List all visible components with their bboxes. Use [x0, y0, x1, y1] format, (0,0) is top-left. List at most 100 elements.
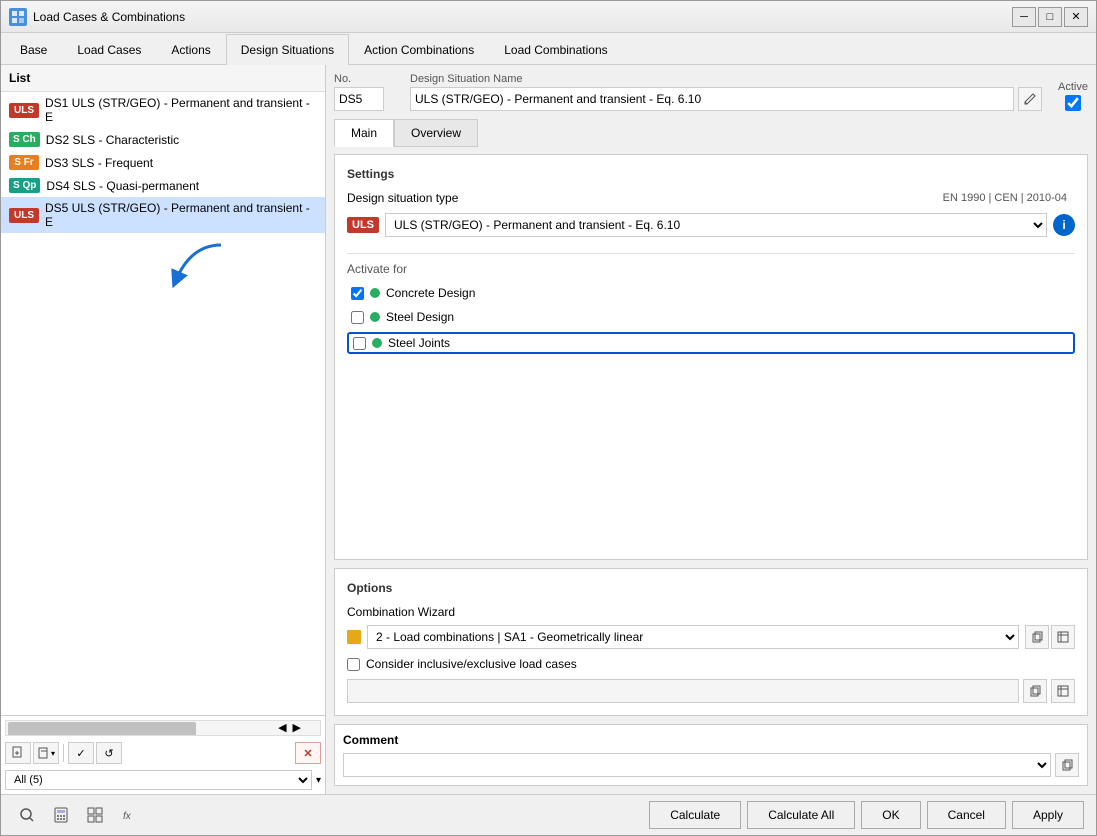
calculator-icon-button[interactable]: [47, 801, 75, 829]
tab-load-combinations[interactable]: Load Combinations: [489, 34, 622, 65]
name-input[interactable]: [410, 87, 1014, 111]
inclusive-input[interactable]: [347, 679, 1019, 703]
tab-action-combinations[interactable]: Action Combinations: [349, 34, 489, 65]
maximize-button[interactable]: □: [1038, 7, 1062, 27]
list-item-label: DS1 ULS (STR/GEO) - Permanent and transi…: [45, 96, 317, 124]
edit-name-button[interactable]: [1018, 87, 1042, 111]
concrete-design-checkbox[interactable]: [351, 287, 364, 300]
inclusive-row: Consider inclusive/exclusive load cases: [347, 657, 1075, 671]
scrollbar[interactable]: ◀ ▶: [5, 720, 321, 736]
no-input[interactable]: [334, 87, 384, 111]
list-item-label: DS3 SLS - Frequent: [45, 156, 153, 170]
app-icon: [9, 8, 27, 26]
check-button[interactable]: ✓: [68, 742, 94, 764]
filter-select[interactable]: All (5): [5, 770, 312, 790]
active-label: Active: [1058, 81, 1088, 93]
steel-design-checkbox[interactable]: [351, 311, 364, 324]
list-item[interactable]: S Fr DS3 SLS - Frequent: [1, 151, 325, 174]
ds-badge: S Ch: [9, 132, 40, 147]
type-label: Design situation type: [347, 191, 527, 205]
inclusive-copy-btn1[interactable]: [1023, 679, 1047, 703]
info-button[interactable]: i: [1053, 214, 1075, 236]
grid-icon-button[interactable]: [81, 801, 109, 829]
minimize-button[interactable]: ─: [1012, 7, 1036, 27]
comment-section: Comment: [334, 724, 1088, 786]
wizard-color-indicator: [347, 630, 361, 644]
left-panel-footer: ◀ ▶ ▾ ✓ ↺ ✕: [1, 715, 325, 794]
tab-actions[interactable]: Actions: [156, 34, 225, 65]
close-button[interactable]: ✕: [1064, 7, 1088, 27]
right-panel: No. Design Situation Name Active: [326, 65, 1096, 794]
scroll-left[interactable]: ◀: [275, 721, 289, 734]
tab-overview[interactable]: Overview: [394, 119, 478, 147]
scroll-right[interactable]: ▶: [290, 721, 304, 734]
list-item[interactable]: S Ch DS2 SLS - Characteristic: [1, 128, 325, 151]
steel-joints-checkbox[interactable]: [353, 337, 366, 350]
ds-badge: ULS: [9, 103, 39, 118]
list-item[interactable]: S Qp DS4 SLS - Quasi-permanent: [1, 174, 325, 197]
action-buttons: Calculate Calculate All OK Cancel Apply: [649, 801, 1084, 829]
list-item-label: DS5 ULS (STR/GEO) - Permanent and transi…: [45, 201, 317, 229]
window-title: Load Cases & Combinations: [33, 10, 1012, 24]
refresh-button[interactable]: ↺: [96, 742, 122, 764]
new-item-button[interactable]: [5, 742, 31, 764]
active-field-group: Active: [1058, 81, 1088, 111]
design-situation-type-row: Design situation type EN 1990 | CEN | 20…: [347, 191, 1075, 205]
calculate-button[interactable]: Calculate: [649, 801, 741, 829]
no-field-group: No.: [334, 73, 394, 111]
open-dropdown-button[interactable]: ▾: [33, 742, 59, 764]
main-window: Load Cases & Combinations ─ □ ✕ Base Loa…: [0, 0, 1097, 836]
formula-icon-button[interactable]: fx: [115, 801, 143, 829]
list-header: List: [1, 65, 325, 92]
no-label: No.: [334, 73, 394, 85]
tab-design-situations[interactable]: Design Situations: [226, 34, 349, 65]
name-input-row: [410, 87, 1042, 111]
list-item-selected[interactable]: ULS DS5 ULS (STR/GEO) - Permanent and tr…: [1, 197, 325, 233]
apply-button[interactable]: Apply: [1012, 801, 1084, 829]
menu-bar: Base Load Cases Actions Design Situation…: [1, 33, 1096, 65]
delete-button[interactable]: ✕: [295, 742, 321, 764]
search-icon-button[interactable]: [13, 801, 41, 829]
inclusive-checkbox[interactable]: [347, 658, 360, 671]
bottom-bar: fx Calculate Calculate All OK Cancel App…: [1, 794, 1096, 835]
comment-select[interactable]: [343, 753, 1051, 777]
ok-button[interactable]: OK: [861, 801, 920, 829]
activate-for-section: Activate for Concrete Design Steel Desig…: [347, 262, 1075, 354]
situation-select-row: ULS ULS (STR/GEO) - Permanent and transi…: [347, 213, 1075, 237]
steel-joints-label: Steel Joints: [388, 336, 450, 350]
concrete-dot: [370, 288, 380, 298]
bottom-icons: fx: [13, 801, 641, 829]
calculate-all-button[interactable]: Calculate All: [747, 801, 855, 829]
filter-row: All (5) ▾: [5, 770, 321, 790]
list-item-label: DS2 SLS - Characteristic: [46, 133, 179, 147]
active-checkbox[interactable]: [1065, 95, 1081, 111]
left-toolbar: ▾ ✓ ↺ ✕: [5, 740, 321, 766]
concrete-design-label: Concrete Design: [386, 286, 475, 300]
activate-label: Activate for: [347, 262, 1075, 276]
tab-load-cases[interactable]: Load Cases: [62, 34, 156, 65]
list-items: ULS DS1 ULS (STR/GEO) - Permanent and tr…: [1, 92, 325, 715]
svg-text:fx: fx: [123, 811, 132, 822]
steel-dot: [370, 312, 380, 322]
tab-base[interactable]: Base: [5, 34, 62, 65]
wizard-select[interactable]: 2 - Load combinations | SA1 - Geometrica…: [367, 625, 1019, 649]
concrete-design-row: Concrete Design: [347, 284, 1075, 302]
standard-label: EN 1990 | CEN | 2010-04: [527, 192, 1067, 204]
steel-joints-row: Steel Joints: [347, 332, 1075, 354]
settings-title: Settings: [347, 167, 1075, 181]
ds-badge: S Qp: [9, 178, 40, 193]
title-bar: Load Cases & Combinations ─ □ ✕: [1, 1, 1096, 33]
inclusive-copy-btn2[interactable]: [1051, 679, 1075, 703]
wizard-row: 2 - Load combinations | SA1 - Geometrica…: [347, 625, 1075, 649]
options-section: Options Combination Wizard 2 - Load comb…: [334, 568, 1088, 716]
cancel-button[interactable]: Cancel: [927, 801, 1006, 829]
tab-main[interactable]: Main: [334, 119, 394, 147]
inclusive-label: Consider inclusive/exclusive load cases: [366, 657, 577, 671]
situation-select[interactable]: ULS (STR/GEO) - Permanent and transient …: [385, 213, 1047, 237]
wizard-copy-button[interactable]: [1025, 625, 1049, 649]
wizard-edit-button[interactable]: [1051, 625, 1075, 649]
comment-copy-button[interactable]: [1055, 753, 1079, 777]
list-item[interactable]: ULS DS1 ULS (STR/GEO) - Permanent and tr…: [1, 92, 325, 128]
filter-dropdown-icon: ▾: [316, 775, 321, 786]
steel-design-label: Steel Design: [386, 310, 454, 324]
